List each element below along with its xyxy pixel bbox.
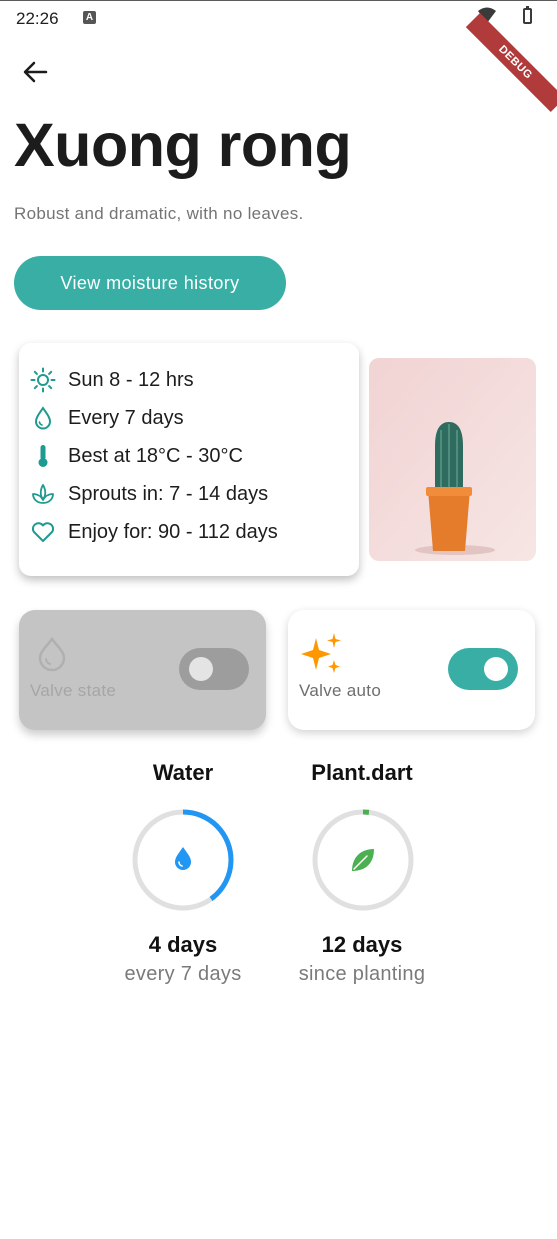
water-stat-value: 4 days: [148, 932, 218, 957]
care-info-text: Best at 18°C - 30°C: [68, 444, 243, 467]
view-moisture-history-button[interactable]: View moisture history: [14, 256, 286, 310]
toggle-knob: [189, 657, 213, 681]
window-top-border: [0, 0, 557, 1]
care-info-sprouts: Sprouts in: 7 - 14 days: [30, 480, 268, 508]
sun-icon: [30, 367, 56, 393]
valve-state-label: Valve state: [30, 681, 117, 700]
plant-name: Xuong rong: [14, 111, 352, 179]
valve-state-toggle[interactable]: [179, 648, 249, 690]
water-stat-title: Water: [152, 760, 214, 785]
care-info-text: Every 7 days: [68, 406, 184, 429]
sprout-icon: [32, 484, 54, 504]
back-button[interactable]: [21, 58, 49, 86]
toggle-knob: [484, 657, 508, 681]
water-drop-icon: [175, 847, 191, 870]
plant-stat-caption: since planting: [298, 963, 426, 985]
water-stat-caption: every 7 days: [124, 963, 242, 985]
water-drop-icon: [34, 406, 52, 430]
valve-state-tile: Valve state: [19, 610, 266, 730]
valve-auto-toggle[interactable]: [448, 648, 518, 690]
care-info-lifespan: Enjoy for: 90 - 112 days: [30, 518, 278, 546]
care-info-card: Sun 8 - 12 hrs Every 7 days Best at 18°C…: [19, 343, 359, 576]
care-info-temperature: Best at 18°C - 30°C: [30, 442, 243, 470]
water-progress-ring: [132, 809, 234, 911]
arrow-left-icon: [23, 61, 48, 83]
care-info-water: Every 7 days: [30, 404, 184, 432]
plant-stat-value: 12 days: [321, 932, 403, 957]
thermometer-icon: [38, 445, 48, 467]
notification-badge-icon: A: [83, 11, 96, 24]
plant-progress-ring: [312, 809, 414, 911]
valve-auto-label: Valve auto: [299, 681, 382, 700]
water-drop-icon: [38, 636, 66, 672]
care-info-text: Sun 8 - 12 hrs: [68, 368, 194, 391]
care-info-text: Sprouts in: 7 - 14 days: [68, 482, 269, 505]
plant-photo: [369, 358, 536, 561]
plant-stat-title: Plant.dart: [311, 760, 413, 785]
care-info-text: Enjoy for: 90 - 112 days: [68, 520, 278, 543]
battery-icon: [523, 6, 532, 24]
valve-auto-tile: Valve auto: [288, 610, 535, 730]
status-time: 22:26: [16, 9, 59, 28]
sparkles-icon: [301, 633, 341, 673]
plant-description: Robust and dramatic, with no leaves.: [14, 204, 304, 223]
heart-icon: [31, 522, 55, 542]
care-info-sun: Sun 8 - 12 hrs: [30, 366, 194, 394]
